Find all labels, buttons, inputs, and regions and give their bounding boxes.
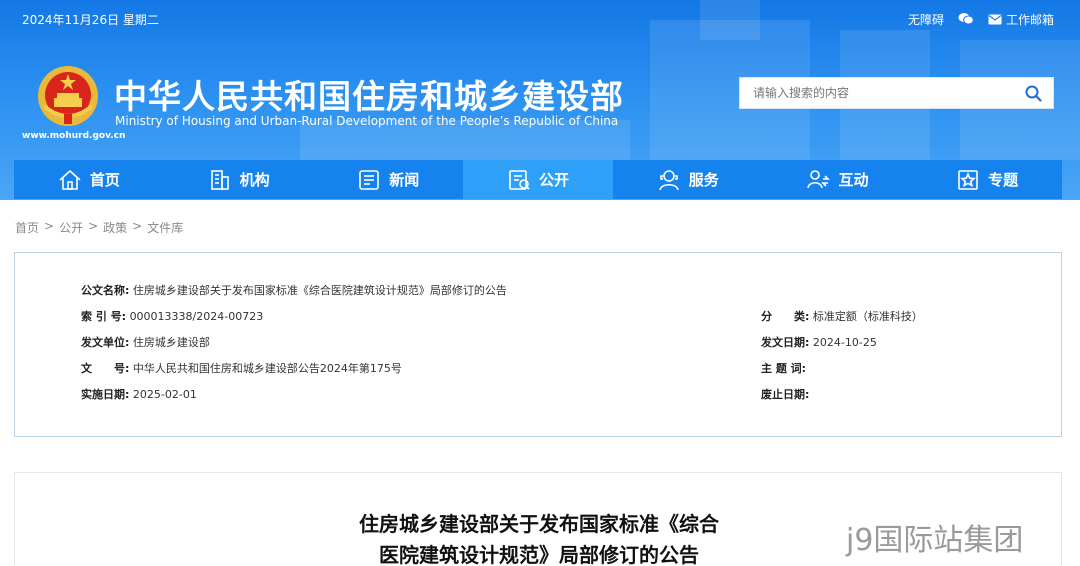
- nav-home[interactable]: 首页: [14, 160, 164, 199]
- nav-interact-label: 互动: [838, 171, 869, 189]
- breadcrumb-home[interactable]: 首页: [15, 219, 39, 236]
- wechat-icon[interactable]: [958, 12, 974, 28]
- doc-effective-label: 实施日期:: [81, 388, 130, 401]
- main-nav: 首页 机构 新闻 公开 服务 互动 专题: [14, 160, 1063, 199]
- work-mail-label: 工作邮箱: [1005, 13, 1054, 27]
- nav-public-label: 公开: [539, 171, 570, 189]
- doc-category-row: 分 类: 标准定额（标准科技）: [761, 308, 923, 324]
- nav-interact[interactable]: 互动: [762, 160, 913, 199]
- nav-organization-label: 机构: [239, 171, 270, 189]
- doc-name-label: 公文名称:: [81, 284, 130, 297]
- doc-number-label: 文 号:: [81, 362, 130, 375]
- nav-topic[interactable]: 专题: [912, 160, 1063, 199]
- public-icon: [509, 169, 530, 190]
- doc-category-label: 分 类:: [761, 310, 810, 323]
- nav-home-label: 首页: [89, 171, 120, 189]
- nav-news-label: 新闻: [389, 171, 420, 189]
- doc-issuer-label: 发文单位:: [81, 336, 130, 349]
- nav-news[interactable]: 新闻: [313, 160, 464, 199]
- doc-number-row: 文 号: 中华人民共和国住房和城乡建设部公告2024年第175号: [81, 360, 402, 376]
- nav-public[interactable]: 公开: [463, 160, 613, 199]
- interact-icon: [807, 169, 831, 188]
- doc-subject-row: 主 题 词:: [761, 360, 806, 376]
- accessibility-link[interactable]: 无障碍: [908, 11, 944, 28]
- doc-expiry-row: 废止日期:: [761, 386, 809, 402]
- doc-name-row: 公文名称: 住房城乡建设部关于发布国家标准《综合医院建筑设计规范》局部修订的公告: [81, 282, 507, 298]
- doc-issue-date-value: 2024-10-25: [812, 336, 877, 349]
- doc-expiry-label: 废止日期:: [761, 388, 810, 401]
- watermark: j9国际站集团: [846, 523, 1024, 558]
- breadcrumb-policy[interactable]: 政策: [103, 219, 127, 236]
- doc-issuer-row: 发文单位: 住房城乡建设部: [81, 334, 210, 350]
- breadcrumb-separator: >: [132, 219, 143, 233]
- breadcrumb: 首页 > 公开 > 政策 > 文件库: [15, 219, 183, 236]
- nav-service[interactable]: 服务: [612, 160, 763, 199]
- search-button[interactable]: [1013, 78, 1053, 108]
- top-links: 无障碍 工作邮箱: [908, 11, 1054, 28]
- doc-issue-date-row: 发文日期: 2024-10-25: [761, 334, 877, 350]
- breadcrumb-separator: >: [44, 219, 55, 233]
- search-box: [739, 77, 1054, 109]
- site-title: 中华人民共和国住房和城乡建设部: [114, 77, 624, 116]
- doc-index-row: 索 引 号: 000013338/2024-00723: [81, 308, 263, 324]
- doc-effective-value: 2025-02-01: [132, 388, 197, 401]
- doc-index-label: 索 引 号:: [81, 310, 127, 323]
- breadcrumb-library[interactable]: 文件库: [147, 219, 183, 236]
- doc-number-value: 中华人民共和国住房和城乡建设部公告2024年第175号: [132, 362, 402, 375]
- breadcrumb-separator: >: [88, 219, 99, 233]
- home-icon: [59, 169, 81, 190]
- search-input[interactable]: [740, 78, 1013, 108]
- document-info-box: 公文名称: 住房城乡建设部关于发布国家标准《综合医院建筑设计规范》局部修订的公告…: [14, 252, 1062, 437]
- doc-issuer-value: 住房城乡建设部: [132, 336, 210, 349]
- mail-icon: [988, 14, 1002, 25]
- nav-topic-label: 专题: [988, 171, 1019, 189]
- search-icon: [1025, 85, 1042, 102]
- nav-service-label: 服务: [688, 171, 719, 189]
- doc-name-value: 住房城乡建设部关于发布国家标准《综合医院建筑设计规范》局部修订的公告: [132, 284, 507, 297]
- doc-issue-date-label: 发文日期:: [761, 336, 810, 349]
- nav-organization[interactable]: 机构: [163, 160, 314, 199]
- news-icon: [359, 169, 380, 190]
- current-date: 2024年11月26日 星期二: [22, 13, 159, 27]
- work-mail-link[interactable]: 工作邮箱: [988, 11, 1054, 28]
- doc-effective-row: 实施日期: 2025-02-01: [81, 386, 197, 402]
- page: 2024年11月26日 星期二 无障碍 工作邮箱 www.mohurd.gov.…: [0, 0, 1080, 566]
- doc-index-value: 000013338/2024-00723: [129, 310, 264, 323]
- doc-subject-label: 主 题 词:: [761, 362, 807, 375]
- site-subtitle: Ministry of Housing and Urban-Rural Deve…: [115, 114, 619, 128]
- doc-category-value: 标准定额（标准科技）: [812, 310, 923, 323]
- service-icon: [658, 169, 679, 190]
- breadcrumb-public[interactable]: 公开: [59, 219, 83, 236]
- topic-icon: [958, 169, 978, 190]
- site-domain: www.mohurd.gov.cn: [22, 131, 126, 141]
- building-icon: [210, 169, 229, 190]
- national-emblem-icon: [38, 66, 98, 126]
